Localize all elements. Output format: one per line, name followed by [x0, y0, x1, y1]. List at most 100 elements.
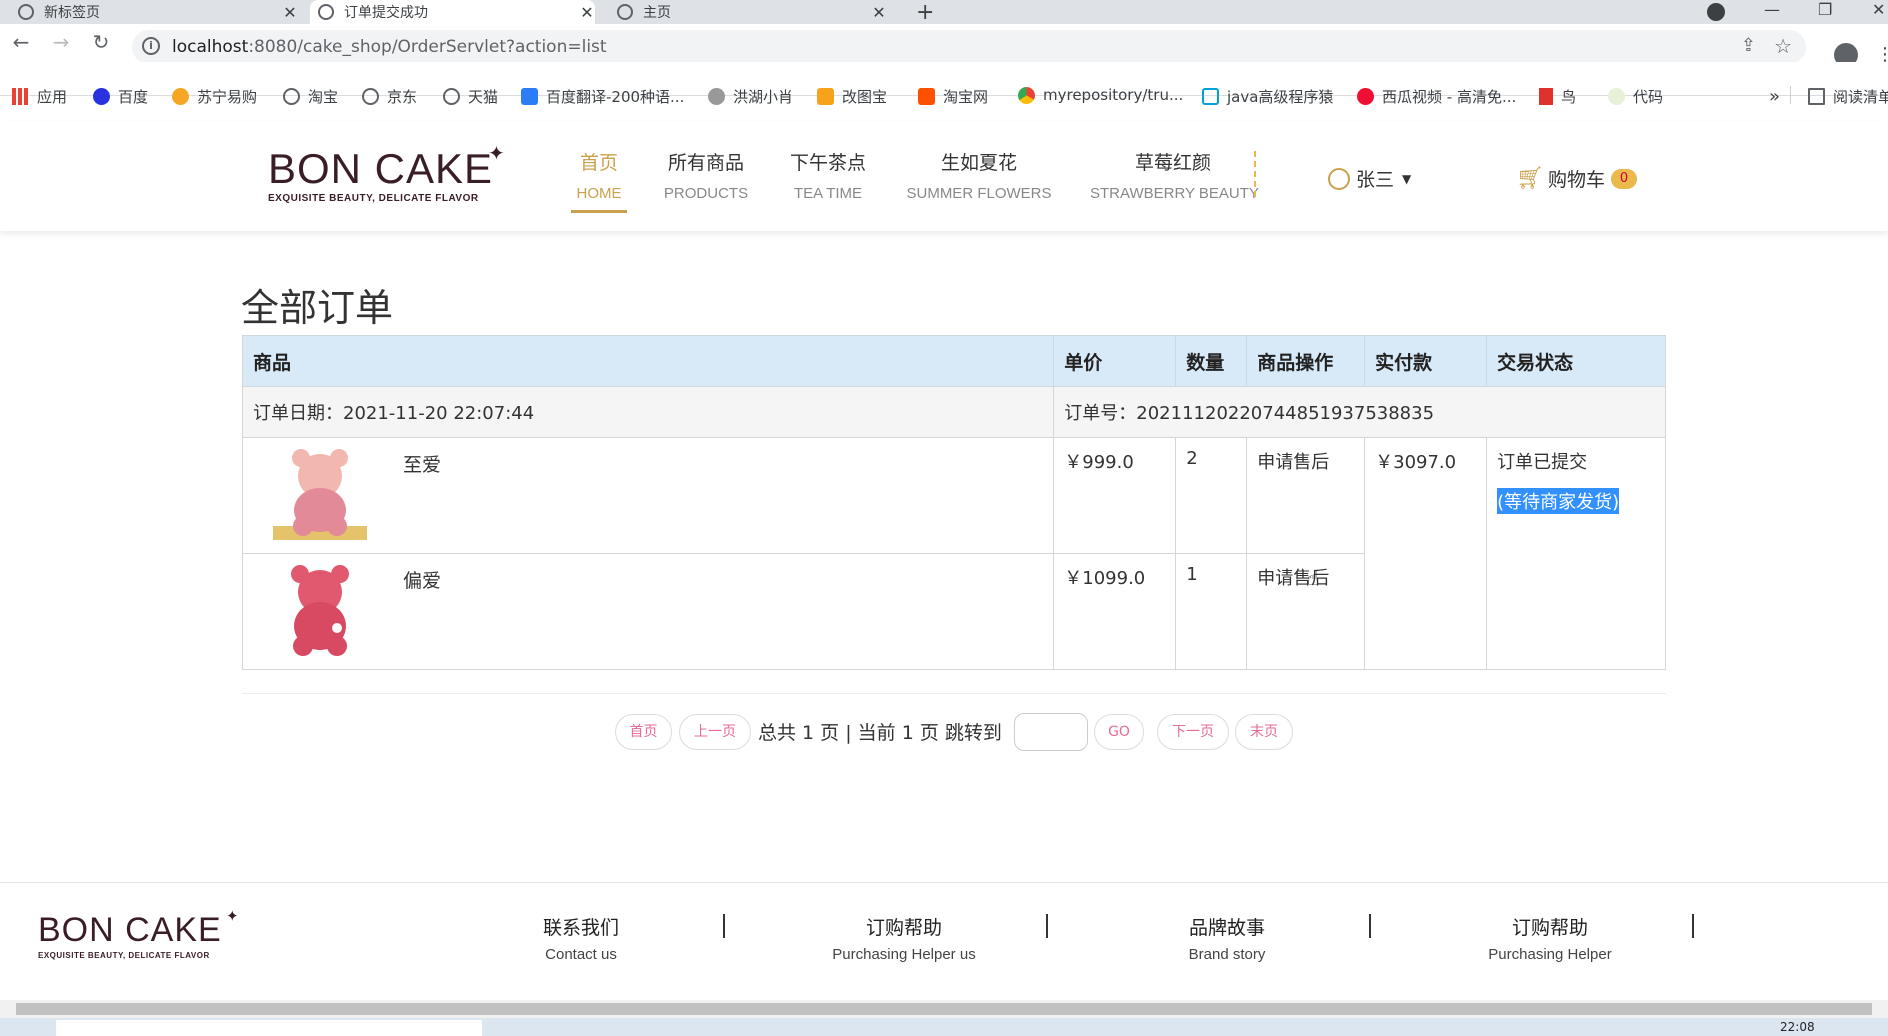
apps-grid-icon [12, 88, 29, 105]
bookmark-jd[interactable]: 京东 [362, 86, 417, 107]
bookmark-label: java高级程序猿 [1227, 88, 1334, 106]
footer-divider [1369, 914, 1371, 938]
order-number: 订单号：20211120220744851937538835 [1053, 386, 1666, 438]
page-jump-input[interactable] [1014, 713, 1088, 751]
after-sale-link[interactable]: 申请售后 [1246, 553, 1366, 670]
tab-home[interactable]: 主页 ✕ [617, 0, 887, 24]
os-taskbar: 22:08 [0, 1018, 1888, 1036]
nav-products[interactable]: 所有商品 PRODUCTS [660, 148, 752, 202]
taskbar-search-box[interactable] [56, 1020, 482, 1036]
minimize-icon[interactable]: — [1764, 0, 1780, 19]
close-icon[interactable]: ✕ [579, 3, 595, 22]
bookmark-gaitubao[interactable]: 改图宝 [817, 86, 887, 107]
tab-order-success[interactable]: 订单提交成功 ✕ [310, 0, 595, 24]
close-icon[interactable]: ✕ [282, 3, 298, 22]
footer-sublabel: Brand story [1188, 946, 1266, 963]
product-image-zhiai[interactable] [273, 448, 367, 542]
cart-link[interactable]: 🛒︎ 购物车 0 [1516, 165, 1637, 192]
bird-icon [708, 88, 725, 105]
bookmark-suning[interactable]: 苏宁易购 [172, 86, 257, 107]
product-name[interactable]: 至爱 [403, 450, 441, 477]
bookmark-taobao-net[interactable]: 淘宝网 [918, 86, 988, 107]
table-row: 至爱 ￥999.0 2 申请售后 ￥3097.0 订单已提交 (等待商家发货) [241, 437, 1666, 670]
profile-menu-icon[interactable] [1707, 3, 1725, 21]
window-close-icon[interactable]: ✕ [1872, 0, 1885, 19]
tab-new-tab[interactable]: 新标签页 ✕ [18, 0, 298, 24]
pager-next-button[interactable]: 下一页 [1157, 714, 1229, 750]
new-tab-button[interactable]: + [916, 0, 940, 25]
bird-logo-icon [1539, 88, 1553, 105]
globe-icon [617, 4, 633, 20]
bookmark-taobao[interactable]: 淘宝 [283, 86, 338, 107]
cart-icon: 🛒︎ [1516, 166, 1544, 191]
back-arrow-icon[interactable]: ← [8, 30, 34, 54]
pager-go-button[interactable]: GO [1094, 714, 1144, 750]
pager-last-button[interactable]: 末页 [1235, 714, 1293, 750]
nav-strawberry-beauty[interactable]: 草莓红颜 STRAWBERRY BEAUTY [1090, 148, 1259, 202]
url-path: :8080/cake_shop/OrderServlet?action=list [248, 37, 607, 57]
footer-label: 品牌故事 [1188, 917, 1265, 939]
forward-arrow-icon[interactable]: → [48, 30, 74, 54]
site-footer: BON CAKE ✦ EXQUISITE BEAUTY, DELICATE FL… [0, 882, 1888, 1000]
restore-icon[interactable]: ❐ [1818, 0, 1832, 19]
bookmark-honghu[interactable]: 洪湖小肖 [708, 86, 793, 107]
product-name[interactable]: 偏爱 [403, 566, 441, 593]
nav-label: 所有商品 [667, 152, 744, 174]
nav-label: 下午茶点 [789, 152, 866, 174]
cart-count-badge: 0 [1610, 168, 1637, 189]
footer-purchasing-help-2[interactable]: 订购帮助 Purchasing Helper [1466, 913, 1634, 963]
share-icon[interactable]: ⇪ [1741, 35, 1756, 56]
footer-brand-story[interactable]: 品牌故事 Brand story [1146, 913, 1308, 963]
bookmark-baidu-translate[interactable]: 百度翻译-200种语... [521, 86, 684, 107]
scrollbar-thumb[interactable] [16, 1003, 1872, 1015]
bookmark-label: 改图宝 [842, 88, 888, 106]
bookmark-label: 淘宝网 [943, 88, 989, 106]
bookmark-apps[interactable]: 应用 [12, 86, 67, 107]
logo-tagline: EXQUISITE BEAUTY, DELICATE FLAVOR [38, 951, 210, 960]
bookmark-bird[interactable]: 鸟 [1539, 86, 1576, 107]
column-header: 实付款 [1364, 335, 1488, 387]
bookmark-label: 鸟 [1561, 88, 1577, 106]
user-menu[interactable]: 张三 ▼ [1328, 165, 1411, 192]
bookmark-myrepository[interactable]: myrepository/tru... [1018, 86, 1183, 104]
nav-home[interactable]: 首页 HOME [571, 148, 627, 213]
nav-tea-time[interactable]: 下午茶点 TEA TIME [782, 148, 874, 202]
globe-icon [283, 88, 300, 105]
url-text[interactable]: localhost:8080/cake_shop/OrderServlet?ac… [172, 37, 607, 57]
bookmark-code[interactable]: 代码 [1608, 86, 1663, 107]
reload-icon[interactable]: ↻ [88, 30, 114, 54]
bookmark-label: myrepository/tru... [1043, 86, 1184, 104]
bookmark-baidu[interactable]: 百度 [93, 86, 148, 107]
pager-info: 总共 1 页 | 当前 1 页 跳转到 [758, 722, 1002, 744]
reading-list[interactable]: 阅读清单 [1808, 86, 1888, 107]
baidu-paw-icon [93, 88, 110, 105]
address-bar[interactable]: i localhost:8080/cake_shop/OrderServlet?… [132, 30, 1806, 64]
active-underline [571, 210, 627, 213]
logo-text: BON CAKE [268, 145, 494, 192]
info-icon[interactable]: i [142, 37, 160, 55]
bookmark-label: 淘宝 [308, 88, 339, 106]
bookmark-tmall[interactable]: 天猫 [443, 86, 498, 107]
logo-tagline: EXQUISITE BEAUTY, DELICATE FLAVOR [268, 193, 479, 204]
column-header: 商品 [241, 335, 1055, 387]
bookmarks-more-icon[interactable]: » [1769, 86, 1780, 107]
pager-first-button[interactable]: 首页 [615, 714, 672, 750]
logo-clover-icon: ✦ [226, 907, 239, 925]
star-icon[interactable]: ☆ [1774, 34, 1792, 58]
unit-price: ￥999.0 [1053, 437, 1177, 554]
after-sale-link[interactable]: 申请售后 [1246, 437, 1366, 554]
horizontal-scrollbar[interactable] [0, 1000, 1888, 1018]
tab-title: 订单提交成功 [344, 5, 428, 21]
footer-purchasing-help[interactable]: 订购帮助 Purchasing Helper us [812, 913, 996, 963]
pager-prev-button[interactable]: 上一页 [679, 714, 751, 750]
bookmark-label: 百度 [118, 88, 149, 106]
bookmark-xigua[interactable]: 西瓜视频 - 高清免... [1357, 86, 1516, 107]
plus-icon: + [916, 0, 935, 25]
close-icon[interactable]: ✕ [871, 3, 887, 22]
image-edit-icon [817, 88, 834, 105]
bookmark-java[interactable]: java高级程序猿 [1202, 86, 1333, 107]
footer-contact[interactable]: 联系我们 Contact us [500, 913, 662, 963]
nav-summer-flowers[interactable]: 生如夏花 SUMMER FLOWERS [904, 148, 1054, 202]
code-icon [1608, 88, 1625, 105]
product-image-pianai[interactable] [273, 564, 367, 658]
